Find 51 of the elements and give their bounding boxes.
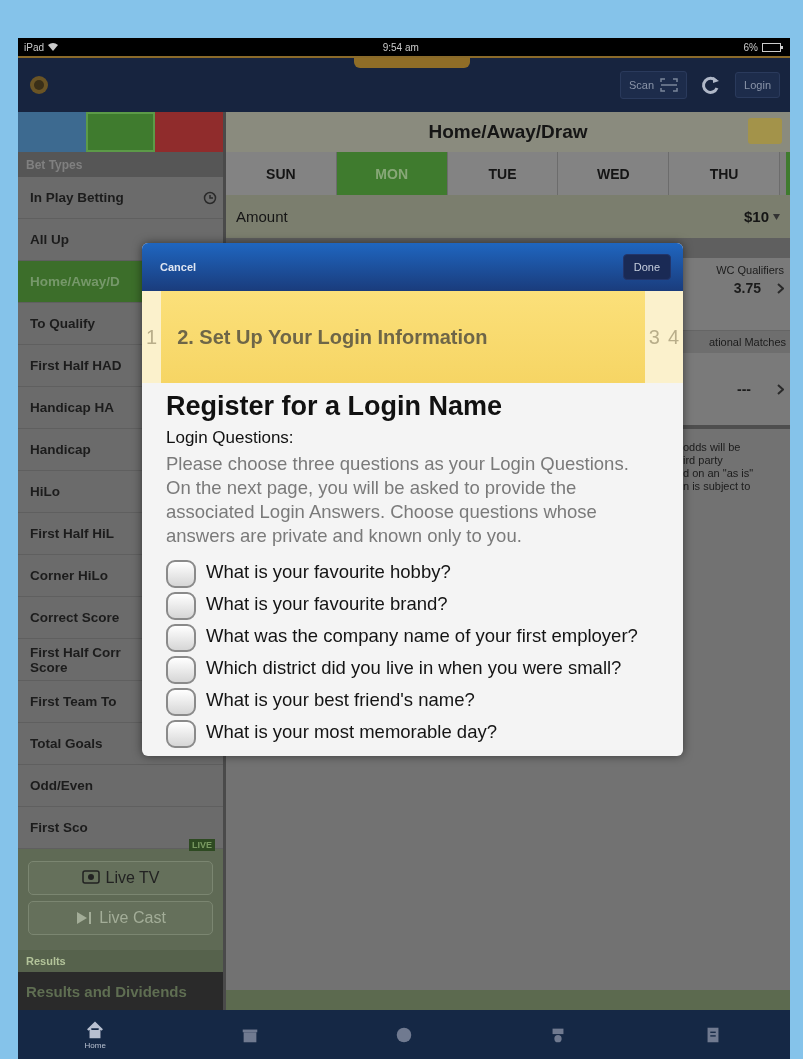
pull-handle[interactable] — [354, 58, 470, 68]
day-tab[interactable]: THU — [669, 152, 780, 195]
amount-dropdown[interactable]: $10 — [743, 208, 780, 225]
day-tab[interactable]: TUE — [447, 152, 559, 195]
step-tab[interactable]: 4 — [663, 291, 683, 383]
section-header: Results — [18, 950, 223, 972]
scan-icon — [660, 78, 679, 92]
sport-tile[interactable] — [18, 112, 87, 152]
chevron-icon — [777, 282, 784, 294]
play-icon — [75, 910, 94, 926]
login-button[interactable]: Login — [735, 72, 780, 98]
disclaimer-text: odds will be ird party d on an "as is" n is subject to — [683, 441, 755, 493]
page-title: Home/Away/Draw — [428, 121, 588, 143]
step-tab[interactable]: 1 — [142, 291, 162, 383]
home-icon — [85, 1019, 106, 1040]
day-tab[interactable]: SUN — [226, 152, 337, 195]
wifi-icon — [48, 43, 58, 51]
checkbox[interactable] — [166, 720, 196, 748]
checkbox[interactable] — [166, 624, 196, 652]
checkbox[interactable] — [166, 688, 196, 716]
day-tab[interactable]: MON — [336, 152, 448, 195]
odds-value[interactable]: --- — [737, 381, 751, 397]
amount-label: Amount — [236, 208, 288, 225]
bet-type-item[interactable]: Odd/Even — [18, 765, 223, 807]
market-name: ational Matches — [708, 336, 786, 348]
step-tab[interactable]: 3 — [644, 291, 664, 383]
odds-value[interactable]: 3.75 — [733, 280, 761, 296]
clock-time: 9:54 am — [382, 41, 419, 53]
step-tab[interactable]: 2. Set Up Your Login Information — [161, 291, 645, 383]
market-name: WC Qualifiers — [716, 264, 784, 276]
done-button[interactable]: Done — [622, 254, 671, 280]
results-item[interactable]: Results and Dividends — [18, 972, 223, 1010]
checkbox[interactable] — [166, 592, 196, 620]
sport-tile[interactable] — [154, 112, 223, 152]
day-tab[interactable]: WED — [558, 152, 670, 195]
cancel-button[interactable]: Cancel — [154, 260, 203, 274]
checkbox[interactable] — [166, 656, 196, 684]
battery-percent: 6% — [743, 41, 758, 53]
logo-icon — [28, 74, 50, 96]
sport-tile[interactable] — [86, 112, 155, 152]
chevron-icon — [777, 383, 784, 395]
live-badge: LIVE — [189, 839, 215, 851]
bet-type-item[interactable]: In Play Betting — [18, 177, 223, 219]
tv-icon — [81, 870, 100, 886]
checkbox[interactable] — [166, 560, 196, 588]
battery-icon — [762, 42, 784, 52]
scan-button[interactable]: Scan — [620, 71, 688, 99]
clock-icon — [203, 190, 217, 205]
caret-icon — [773, 213, 780, 220]
carrier-label: iPad — [24, 41, 44, 53]
live-button[interactable]: Live TV — [28, 861, 213, 895]
